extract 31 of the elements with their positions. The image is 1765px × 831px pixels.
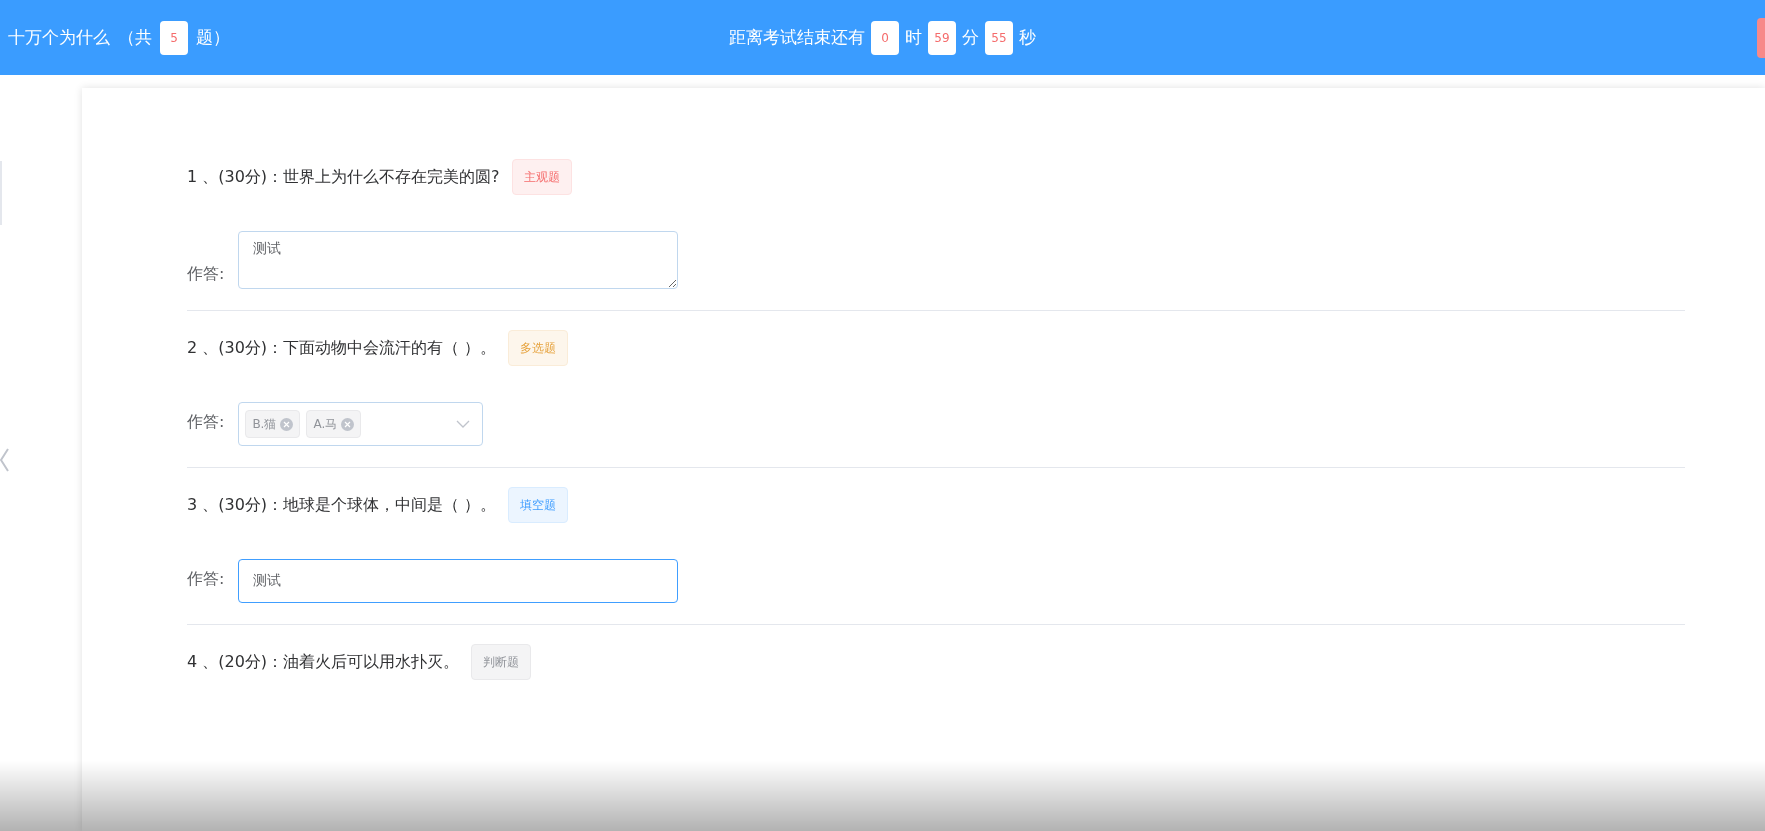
count-prefix: （共 xyxy=(118,26,152,49)
chevron-down-icon xyxy=(456,420,471,428)
exam-title: 十万个为什么 xyxy=(8,26,110,49)
timer-value: 59 xyxy=(928,20,956,55)
header-button[interactable] xyxy=(1757,17,1765,58)
timer-unit: 分 xyxy=(962,26,979,49)
timer-unit: 时 xyxy=(905,26,922,49)
timer-unit: 秒 xyxy=(1019,26,1036,49)
answer-label: 作答: xyxy=(187,411,225,433)
question-count: 5 xyxy=(160,20,188,55)
answer-label: 作答: xyxy=(187,264,225,285)
selected-option-chip: B.猫 xyxy=(245,410,301,438)
question-type-tag: 填空题 xyxy=(508,487,569,523)
answer-textarea[interactable]: 测试 xyxy=(238,231,679,289)
timer-value: 0 xyxy=(871,20,899,55)
close-icon[interactable] xyxy=(341,417,355,431)
count-suffix: 题） xyxy=(196,26,230,49)
close-icon[interactable] xyxy=(280,417,294,431)
answer-label: 作答: xyxy=(187,568,225,590)
question-type-tag: 多选题 xyxy=(508,330,569,366)
answer-input[interactable]: 测试 xyxy=(238,559,679,603)
question-type-tag: 判断题 xyxy=(471,644,532,680)
selected-option-chip: A.马 xyxy=(306,410,362,438)
question-title: 2 、(30分)：下面动物中会流汗的有（ ）。 xyxy=(187,337,497,359)
question-title: 4 、(20分)：油着火后可以用水扑灭。 xyxy=(187,651,460,673)
timer-value: 55 xyxy=(985,20,1013,55)
question-title: 1 、(30分)：世界上为什么不存在完美的圆? xyxy=(187,166,500,188)
question-type-tag: 主观题 xyxy=(511,159,572,195)
timer-label: 距离考试结束还有 xyxy=(729,26,865,49)
question-title: 3 、(30分)：地球是个球体，中间是（ ）。 xyxy=(187,494,497,516)
chevron-left-icon[interactable] xyxy=(0,448,9,472)
